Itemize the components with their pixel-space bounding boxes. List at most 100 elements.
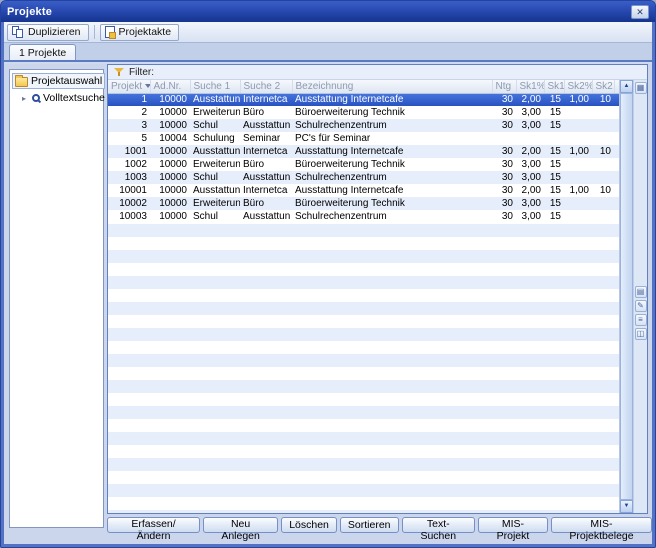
table-cell[interactable]: 2 xyxy=(108,106,150,119)
table-cell[interactable]: 15 xyxy=(544,210,564,223)
rail-edit-icon[interactable]: ✎ xyxy=(635,300,647,312)
table-cell[interactable]: 30 xyxy=(492,93,516,106)
chevron-right-icon[interactable]: ▸ xyxy=(22,94,29,103)
table-cell[interactable]: 30 xyxy=(492,197,516,210)
table-cell[interactable] xyxy=(592,210,614,223)
table-cell[interactable]: 10000 xyxy=(150,197,190,210)
table-cell[interactable]: 1003 xyxy=(108,171,150,184)
col-header-suche1[interactable]: Suche 1 xyxy=(190,80,240,93)
table-cell[interactable] xyxy=(564,197,592,210)
table-cell[interactable]: Internetca xyxy=(240,145,292,158)
table-cell[interactable]: 3,00 xyxy=(516,158,544,171)
table-cell[interactable] xyxy=(592,132,614,145)
table-cell[interactable]: 15 xyxy=(544,145,564,158)
table-cell[interactable] xyxy=(592,197,614,210)
tree-item-projektauswahl[interactable]: Projektauswahl xyxy=(12,73,105,89)
col-header-projekt[interactable]: Projekt xyxy=(108,80,150,93)
table-cell[interactable] xyxy=(492,132,516,145)
table-cell[interactable]: 3,00 xyxy=(516,197,544,210)
table-row[interactable]: 110000AusstattunInternetcaAusstattung In… xyxy=(108,93,621,106)
table-cell[interactable]: Ausstattun xyxy=(240,119,292,132)
table-cell[interactable]: Schulrechenzentrum xyxy=(292,210,492,223)
table-cell[interactable]: Ausstattung Internetcafe xyxy=(292,184,492,197)
table-row[interactable]: 510004SchulungSeminarPC's für Seminar xyxy=(108,132,621,145)
table-row[interactable]: 310000SchulAusstattunSchulrechenzentrum3… xyxy=(108,119,621,132)
table-cell[interactable]: 15 xyxy=(544,93,564,106)
table-cell[interactable] xyxy=(544,132,564,145)
table-row[interactable]: 210000ErweiterunBüroBüroerweiterung Tech… xyxy=(108,106,621,119)
col-header-sk2p[interactable]: Sk2% xyxy=(564,80,592,93)
table-cell[interactable]: 1002 xyxy=(108,158,150,171)
table-cell[interactable]: Schulrechenzentrum xyxy=(292,171,492,184)
vertical-scrollbar[interactable]: ▲ ▼ xyxy=(619,80,632,513)
table-cell[interactable]: Schul xyxy=(190,210,240,223)
table-cell[interactable]: Schulrechenzentrum xyxy=(292,119,492,132)
table-cell[interactable]: Büroerweiterung Technik xyxy=(292,197,492,210)
mis-projektbelege-button[interactable]: MIS-Projektbelege xyxy=(551,517,652,533)
table-cell[interactable] xyxy=(564,132,592,145)
table-cell[interactable]: 10000 xyxy=(150,106,190,119)
table-cell[interactable]: Ausstattung Internetcafe xyxy=(292,145,492,158)
table-cell[interactable] xyxy=(592,158,614,171)
table-cell[interactable]: 10000 xyxy=(150,158,190,171)
table-cell[interactable]: Ausstattung Internetcafe xyxy=(292,93,492,106)
projektakte-button[interactable]: Projektakte xyxy=(100,24,180,41)
table-cell[interactable]: 10004 xyxy=(150,132,190,145)
tab-projekte[interactable]: 1 Projekte xyxy=(9,44,76,60)
erfassen-aendern-button[interactable]: Erfassen/Ändern xyxy=(107,517,200,533)
table-cell[interactable]: 30 xyxy=(492,184,516,197)
table-cell[interactable]: Schul xyxy=(190,171,240,184)
table-cell[interactable]: 2,00 xyxy=(516,93,544,106)
scrollbar-thumb[interactable] xyxy=(620,93,633,500)
table-cell[interactable]: 15 xyxy=(544,171,564,184)
table-cell[interactable]: Internetca xyxy=(240,184,292,197)
table-cell[interactable]: 30 xyxy=(492,119,516,132)
scroll-up-button[interactable]: ▲ xyxy=(620,80,633,93)
table-cell[interactable]: Ausstattun xyxy=(190,184,240,197)
col-header-sk2[interactable]: Sk2 xyxy=(592,80,614,93)
duplizieren-button[interactable]: Duplizieren xyxy=(7,24,89,41)
table-cell[interactable] xyxy=(516,132,544,145)
table-cell[interactable]: 10000 xyxy=(150,210,190,223)
table-cell[interactable] xyxy=(564,119,592,132)
column-chooser-icon[interactable]: ▦ xyxy=(635,82,647,94)
table-cell[interactable]: 10000 xyxy=(150,171,190,184)
table-cell[interactable]: Internetca xyxy=(240,93,292,106)
table-cell[interactable]: 10000 xyxy=(150,145,190,158)
table-cell[interactable]: 1,00 xyxy=(564,184,592,197)
col-header-bezeichnung[interactable]: Bezeichnung xyxy=(292,80,492,93)
table-row[interactable]: 1000210000ErweiterunBüroBüroerweiterung … xyxy=(108,197,621,210)
rail-menu-icon[interactable]: ≡ xyxy=(635,314,647,326)
table-cell[interactable]: 15 xyxy=(544,184,564,197)
table-cell[interactable]: Erweiterun xyxy=(190,106,240,119)
table-cell[interactable]: 3 xyxy=(108,119,150,132)
table-cell[interactable]: 3,00 xyxy=(516,171,544,184)
neu-anlegen-button[interactable]: Neu Anlegen xyxy=(203,517,278,533)
table-row[interactable]: 100310000SchulAusstattunSchulrechenzentr… xyxy=(108,171,621,184)
table-cell[interactable] xyxy=(592,106,614,119)
table-cell[interactable]: 10002 xyxy=(108,197,150,210)
table-cell[interactable]: 1 xyxy=(108,93,150,106)
table-cell[interactable]: Büro xyxy=(240,197,292,210)
table-cell[interactable]: Erweiterun xyxy=(190,158,240,171)
table-cell[interactable]: 1,00 xyxy=(564,145,592,158)
table-cell[interactable]: 10 xyxy=(592,93,614,106)
table-cell[interactable] xyxy=(564,210,592,223)
table-cell[interactable] xyxy=(564,106,592,119)
table-row[interactable]: 1000310000SchulAusstattunSchulrechenzent… xyxy=(108,210,621,223)
col-header-ntg[interactable]: Ntg xyxy=(492,80,516,93)
table-cell[interactable]: 10000 xyxy=(150,184,190,197)
table-cell[interactable]: Büro xyxy=(240,106,292,119)
table-cell[interactable]: Seminar xyxy=(240,132,292,145)
scroll-down-button[interactable]: ▼ xyxy=(620,500,633,513)
table-cell[interactable]: Ausstattun xyxy=(240,210,292,223)
col-header-sk1p[interactable]: Sk1% xyxy=(516,80,544,93)
mis-projekt-button[interactable]: MIS-Projekt xyxy=(478,517,548,533)
table-cell[interactable]: 1001 xyxy=(108,145,150,158)
table-cell[interactable]: 10003 xyxy=(108,210,150,223)
table-cell[interactable] xyxy=(564,171,592,184)
close-button[interactable]: ✕ xyxy=(631,5,649,19)
table-cell[interactable] xyxy=(564,158,592,171)
table-cell[interactable] xyxy=(592,171,614,184)
table-cell[interactable]: 10001 xyxy=(108,184,150,197)
